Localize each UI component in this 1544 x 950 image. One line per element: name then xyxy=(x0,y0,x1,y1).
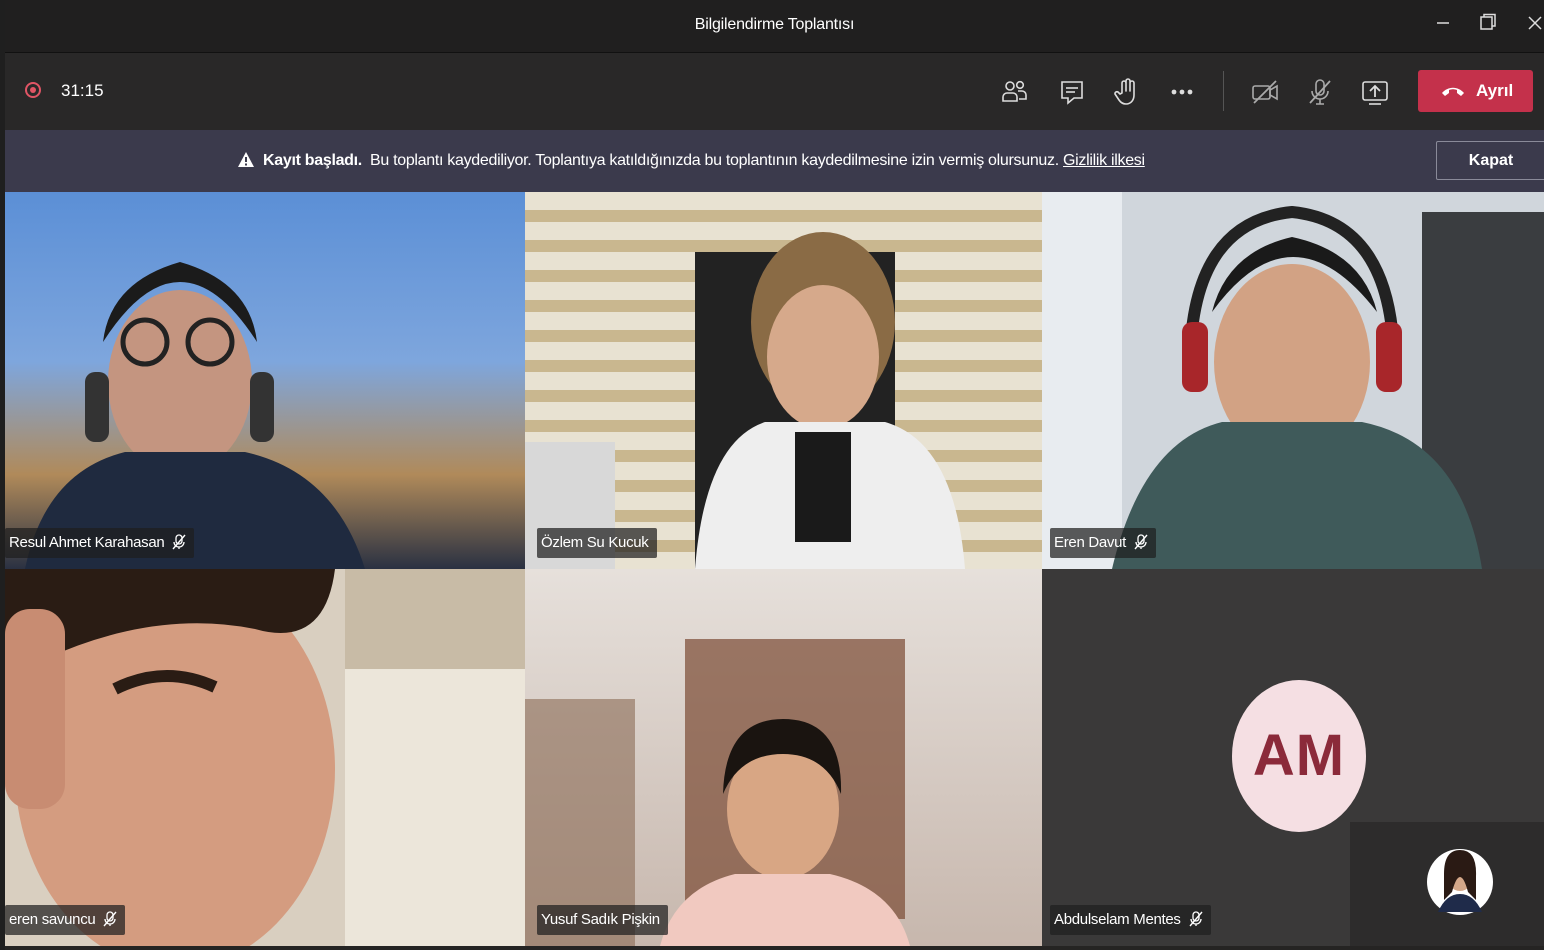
recording-icon xyxy=(25,82,41,98)
participant-name: Yusuf Sadık Pişkin xyxy=(541,911,660,928)
video-tile[interactable]: eren savuncu xyxy=(5,569,525,946)
participant-name-tag: Abdulselam Mentes xyxy=(1050,905,1211,935)
restore-icon[interactable] xyxy=(1473,10,1503,40)
recording-banner: Kayıt başladı. Bu toplantı kaydediliyor. … xyxy=(5,130,1544,192)
toolbar-separator xyxy=(1223,71,1224,111)
meeting-timer: 31:15 xyxy=(61,81,104,100)
banner-message: Bu toplantı kaydediliyor. Toplantıya kat… xyxy=(369,152,1059,169)
participants-icon[interactable] xyxy=(998,75,1032,109)
participant-video xyxy=(25,262,365,569)
title-bar: Bilgilendirme Toplantısı xyxy=(5,0,1544,53)
participant-video xyxy=(5,569,525,946)
meeting-toolbar: 31:15 Ayrıl xyxy=(5,53,1544,130)
minimize-icon[interactable] xyxy=(1428,10,1458,40)
share-screen-icon[interactable] xyxy=(1358,75,1392,109)
self-avatar xyxy=(1427,849,1493,915)
hang-up-icon xyxy=(1442,87,1464,96)
participant-name-tag: eren savuncu xyxy=(5,905,126,935)
meeting-title: Bilgilendirme Toplantısı xyxy=(694,16,855,33)
banner-bold: Kayıt başladı. xyxy=(263,152,362,169)
raise-hand-icon[interactable] xyxy=(1110,75,1144,109)
participant-video xyxy=(525,639,910,946)
mic-muted-icon[interactable] xyxy=(1303,75,1337,109)
participant-name-tag: Resul Ahmet Karahasan xyxy=(5,528,195,558)
participant-name: Abdulselam Mentes xyxy=(1054,911,1181,928)
avatar: AM xyxy=(1232,680,1366,832)
mic-muted-icon xyxy=(103,911,118,927)
close-icon[interactable] xyxy=(1520,10,1544,40)
video-tile[interactable]: Yusuf Sadık Pişkin xyxy=(525,569,1042,946)
privacy-policy-link[interactable]: Gizlilik ilkesi xyxy=(1063,152,1145,169)
video-tile[interactable]: Eren Davut xyxy=(1042,192,1544,569)
mic-muted-icon xyxy=(172,534,187,550)
camera-off-icon[interactable] xyxy=(1248,75,1282,109)
video-tile[interactable]: Özlem Su Kucuk xyxy=(525,192,1042,569)
participant-name-tag: Yusuf Sadık Pişkin xyxy=(537,905,668,935)
teams-meeting-window: Bilgilendirme Toplantısı 31:15 Ayrıl Kay… xyxy=(5,0,1544,950)
leave-label: Ayrıl xyxy=(1476,81,1514,100)
participant-name: Resul Ahmet Karahasan xyxy=(9,534,165,551)
more-options-icon[interactable] xyxy=(1165,75,1199,109)
video-tile[interactable]: Resul Ahmet Karahasan xyxy=(5,192,525,569)
participant-name-tag: Eren Davut xyxy=(1050,528,1157,558)
participant-video xyxy=(525,232,965,569)
warning-icon xyxy=(238,152,254,167)
self-view[interactable] xyxy=(1350,822,1544,946)
leave-button[interactable]: Ayrıl xyxy=(1418,70,1533,112)
banner-text: Kayıt başladı. Bu toplantı kaydediliyor. … xyxy=(237,151,1145,170)
mic-muted-icon xyxy=(1189,911,1203,927)
chat-icon[interactable] xyxy=(1055,75,1089,109)
participant-name: Eren Davut xyxy=(1054,534,1127,551)
participant-name: eren savuncu xyxy=(9,911,96,928)
participant-name-tag: Özlem Su Kucuk xyxy=(537,528,657,558)
participant-video xyxy=(1042,192,1544,569)
participant-name: Özlem Su Kucuk xyxy=(541,534,649,551)
banner-close-button[interactable]: Kapat xyxy=(1436,141,1544,180)
mic-muted-icon xyxy=(1134,534,1148,550)
